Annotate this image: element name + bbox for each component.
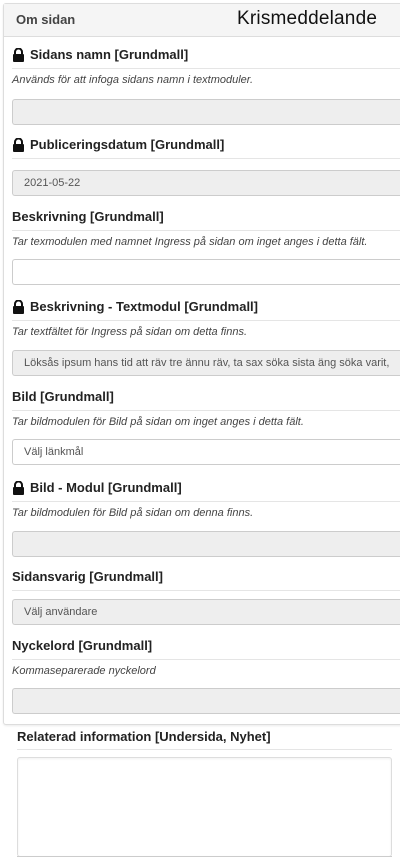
field-label: Sidans namn [Grundmall] [12, 47, 188, 62]
field-divider [12, 501, 400, 502]
field-label: Publiceringsdatum [Grundmall] [12, 137, 224, 152]
bottom-divider [17, 856, 392, 857]
field-label: Nyckelord [Grundmall] [12, 638, 153, 653]
sidans-namn-input[interactable] [12, 99, 400, 125]
field-label: Sidansvarig [Grundmall] [12, 569, 163, 584]
field-publiceringsdatum: Publiceringsdatum [Grundmall] 2021-05-22 [12, 137, 400, 199]
nyckelord-input[interactable] [12, 688, 400, 714]
field-bild: Bild [Grundmall] Tar bildmodulen för Bil… [12, 389, 400, 469]
field-sidansvarig: Sidansvarig [Grundmall] Välj användare [12, 569, 400, 631]
field-bild-modul: Bild - Modul [Grundmall] Tar bildmodulen… [12, 480, 400, 560]
field-divider [12, 158, 400, 159]
field-help-text: Tar bildmodulen för Bild på sidan om ing… [12, 416, 304, 428]
field-nyckelord: Nyckelord [Grundmall] Kommaseparerade ny… [12, 638, 400, 718]
panel-title: Om sidan [16, 12, 76, 27]
field-help-text: Används för att infoga sidans namn i tex… [12, 74, 254, 86]
field-label: Bild [Grundmall] [12, 389, 114, 404]
related-info-divider [17, 749, 392, 750]
bild-link-picker[interactable]: Välj länkmål [12, 439, 400, 465]
publiceringsdatum-input[interactable]: 2021-05-22 [12, 170, 400, 196]
field-divider [12, 590, 400, 591]
lock-icon [13, 47, 24, 62]
field-help-text: Tar texmodulen med namnet Ingress på sid… [12, 236, 368, 248]
overlay-title: Krismeddelande [237, 8, 378, 29]
lock-icon [13, 480, 24, 495]
field-help-text: Kommaseparerade nyckelord [12, 665, 156, 677]
field-beskrivning-textmodul: Beskrivning - Textmodul [Grundmall] Tar … [12, 299, 400, 379]
lock-icon [13, 299, 24, 314]
related-info-textarea[interactable] [17, 757, 392, 857]
beskrivning-textmodul-input[interactable]: Löksås ipsum hans tid att räv tre ännu r… [12, 350, 400, 376]
related-info-label: Relaterad information [Undersida, Nyhet] [17, 729, 271, 744]
lock-icon [13, 137, 24, 152]
field-help-text: Tar textfältet för Ingress på sidan om d… [12, 326, 247, 338]
field-divider [12, 410, 400, 411]
field-label: Bild - Modul [Grundmall] [12, 480, 182, 495]
bild-modul-input[interactable] [12, 531, 400, 557]
field-beskrivning: Beskrivning [Grundmall] Tar texmodulen m… [12, 209, 400, 289]
field-label: Beskrivning - Textmodul [Grundmall] [12, 299, 258, 314]
field-divider [12, 230, 400, 231]
field-help-text: Tar bildmodulen för Bild på sidan om den… [12, 507, 254, 519]
sidansvarig-user-picker[interactable]: Välj användare [12, 599, 400, 625]
beskrivning-input[interactable] [12, 259, 400, 285]
field-divider [12, 320, 400, 321]
field-sidans-namn: Sidans namn [Grundmall] Används för att … [12, 47, 400, 127]
field-label: Beskrivning [Grundmall] [12, 209, 164, 224]
field-divider [12, 659, 400, 660]
field-divider [12, 68, 400, 69]
